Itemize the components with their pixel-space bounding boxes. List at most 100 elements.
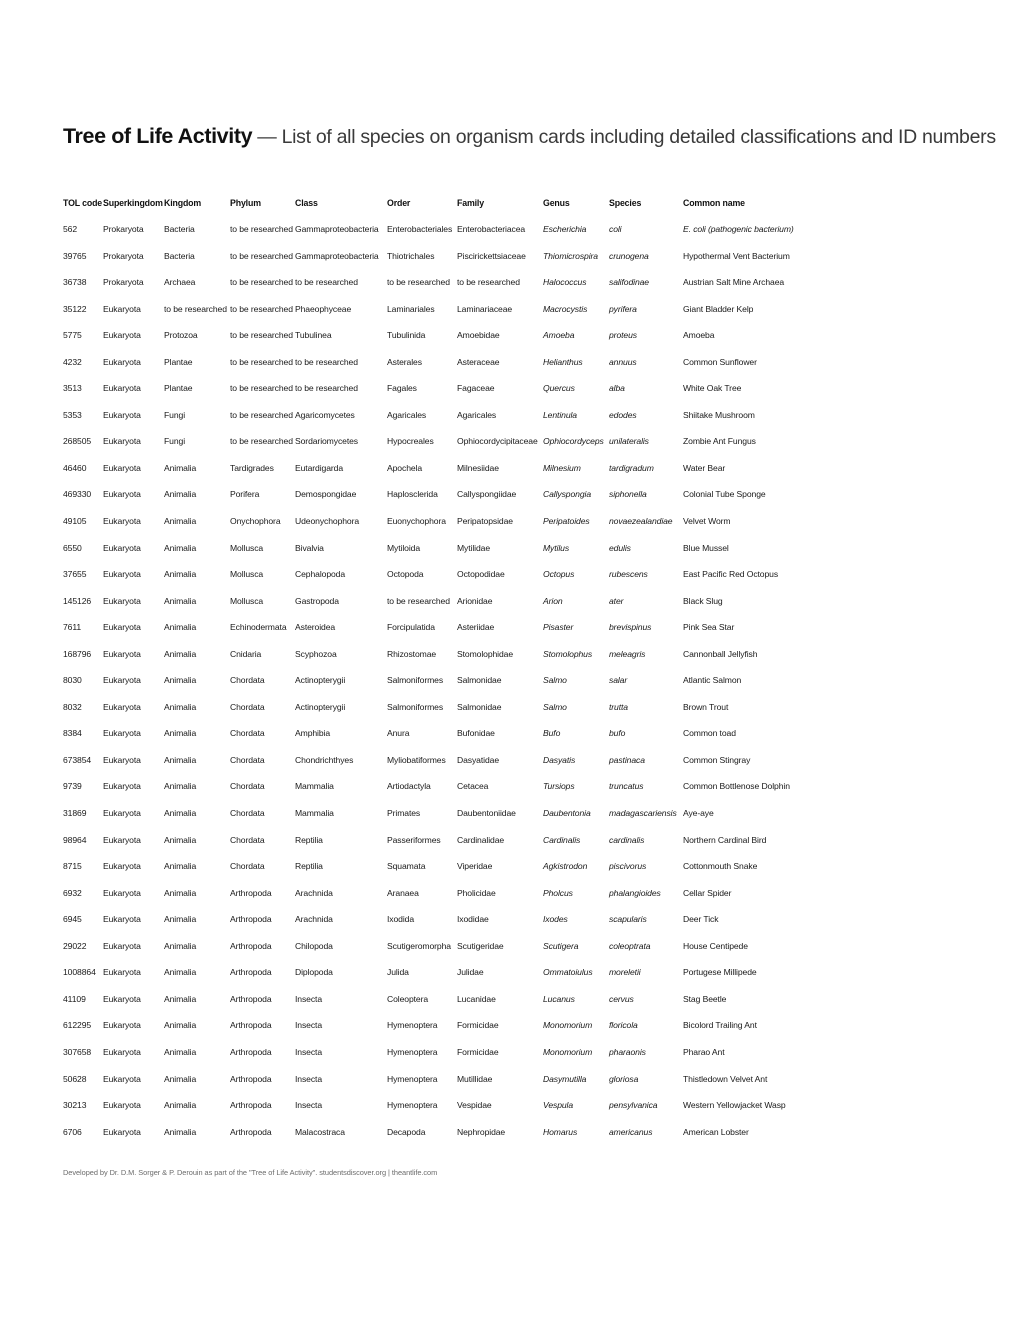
cell-phylum: to be researched xyxy=(230,436,293,447)
cell-phylum: Arthropoda xyxy=(230,914,272,925)
cell-common-name: White Oak Tree xyxy=(683,383,742,394)
cell-species: pharaonis xyxy=(609,1046,646,1057)
table-row: 562 Prokaryota Bacteria to be researched Gam… xyxy=(63,224,968,251)
cell-superkingdom: Eukaryota xyxy=(103,383,141,394)
cell-phylum: Onychophora xyxy=(230,516,281,527)
cell-common-name: Blue Mussel xyxy=(683,542,729,553)
page-title: Tree of Life Activity — List of all spec… xyxy=(63,124,996,149)
column-header-superkingdom: Superkingdom xyxy=(103,198,163,208)
cell-family: Nephropidae xyxy=(457,1126,506,1137)
cell-species: moreletii xyxy=(609,967,641,978)
cell-tol-code: 268505 xyxy=(63,436,92,447)
cell-common-name: Deer Tick xyxy=(683,914,719,925)
cell-genus: Scutigera xyxy=(543,940,579,951)
table-row: 5353 Eukaryota Fungi to be researched Agaric… xyxy=(63,410,968,437)
cell-phylum: to be researched xyxy=(230,303,293,314)
cell-phylum: Arthropoda xyxy=(230,1073,272,1084)
cell-superkingdom: Eukaryota xyxy=(103,1126,141,1137)
cell-family: Callyspongiidae xyxy=(457,489,517,500)
table-row: 145126 Eukaryota Animalia Mollusca Gastropod… xyxy=(63,596,968,623)
column-header-common-name: Common name xyxy=(683,198,745,208)
cell-order: Apochela xyxy=(387,462,423,473)
cell-phylum: Mollusca xyxy=(230,595,264,606)
cell-class: Eutardigarda xyxy=(295,462,344,473)
cell-class: Reptilia xyxy=(295,834,323,845)
cell-species: unilateralis xyxy=(609,436,649,447)
cell-phylum: Chordata xyxy=(230,675,265,686)
cell-class: Actinopterygii xyxy=(295,701,346,712)
cell-order: to be researched xyxy=(387,595,450,606)
cell-order: Salmoniformes xyxy=(387,675,444,686)
cell-genus: Halococcus xyxy=(543,277,587,288)
cell-phylum: to be researched xyxy=(230,409,293,420)
cell-common-name: Cottonmouth Snake xyxy=(683,861,758,872)
column-header-kingdom: Kingdom xyxy=(164,198,202,208)
cell-kingdom: Animalia xyxy=(164,622,197,633)
cell-tol-code: 145126 xyxy=(63,595,92,606)
cell-family: Mutillidae xyxy=(457,1073,493,1084)
cell-phylum: to be researched xyxy=(230,330,293,341)
cell-kingdom: Archaea xyxy=(164,277,196,288)
cell-order: Fagales xyxy=(387,383,417,394)
table-row: 37655 Eukaryota Animalia Mollusca Cephalopod… xyxy=(63,569,968,596)
cell-class: Gammaproteobacteria xyxy=(295,224,379,234)
cell-class: Insecta xyxy=(295,1046,323,1057)
cell-superkingdom: Eukaryota xyxy=(103,489,141,500)
cell-class: Agaricomycetes xyxy=(295,409,355,420)
cell-common-name: Black Slug xyxy=(683,595,723,606)
cell-kingdom: Animalia xyxy=(164,701,197,712)
cell-kingdom: Animalia xyxy=(164,1126,197,1137)
cell-superkingdom: Eukaryota xyxy=(103,356,141,367)
cell-tol-code: 8715 xyxy=(63,861,82,872)
cell-common-name: Common Bottlenose Dolphin xyxy=(683,781,790,792)
cell-order: Hypocreales xyxy=(387,436,434,447)
cell-class: Sordariomycetes xyxy=(295,436,358,447)
cell-tol-code: 39765 xyxy=(63,250,87,261)
table-row: 39765 Prokaryota Bacteria to be researched G… xyxy=(63,251,968,278)
cell-superkingdom: Eukaryota xyxy=(103,303,141,314)
cell-species: pensylvanica xyxy=(609,1100,658,1111)
cell-superkingdom: Prokaryota xyxy=(103,250,144,261)
cell-genus: Monomorium xyxy=(543,1046,593,1057)
cell-genus: Thiomicrospira xyxy=(543,250,598,261)
cell-superkingdom: Eukaryota xyxy=(103,1073,141,1084)
cell-common-name: Aye-aye xyxy=(683,808,714,819)
cell-tol-code: 5353 xyxy=(63,409,82,420)
cell-common-name: Common toad xyxy=(683,728,736,739)
table-row: 6945 Eukaryota Animalia Arthropoda Arachnida… xyxy=(63,914,968,941)
table-row: 30213 Eukaryota Animalia Arthropoda Insecta H… xyxy=(63,1100,968,1127)
cell-family: Cardinalidae xyxy=(457,834,505,845)
cell-class: to be researched xyxy=(295,277,358,288)
cell-superkingdom: Eukaryota xyxy=(103,887,141,898)
table-row: 6932 Eukaryota Animalia Arthropoda Arachnida… xyxy=(63,888,968,915)
cell-kingdom: Bacteria xyxy=(164,224,195,234)
cell-tol-code: 31869 xyxy=(63,808,87,819)
cell-order: Decapoda xyxy=(387,1126,426,1137)
cell-genus: Ommatoiulus xyxy=(543,967,593,978)
cell-tol-code: 469330 xyxy=(63,489,92,500)
cell-tol-code: 36738 xyxy=(63,277,87,288)
cell-phylum: Arthropoda xyxy=(230,1100,272,1111)
cell-phylum: Arthropoda xyxy=(230,1126,272,1137)
cell-order: Hymenoptera xyxy=(387,1046,438,1057)
table-row: 29022 Eukaryota Animalia Arthropoda Chilopod… xyxy=(63,941,968,968)
cell-tol-code: 6550 xyxy=(63,542,82,553)
cell-tol-code: 562 xyxy=(63,224,78,234)
cell-order: Julida xyxy=(387,967,409,978)
cell-order: Scutigeromorpha xyxy=(387,940,451,951)
cell-family: Vespidae xyxy=(457,1100,492,1111)
column-header-genus: Genus xyxy=(543,198,570,208)
cell-order: Salmoniformes xyxy=(387,701,444,712)
cell-species: edulis xyxy=(609,542,631,553)
cell-common-name: Common Stingray xyxy=(683,754,751,765)
cell-common-name: Western Yellowjacket Wasp xyxy=(683,1100,786,1111)
cell-genus: Tursiops xyxy=(543,781,575,792)
cell-common-name: Water Bear xyxy=(683,462,726,473)
cell-family: Pholicidae xyxy=(457,887,496,898)
cell-phylum: Cnidaria xyxy=(230,648,262,659)
cell-common-name: Zombie Ant Fungus xyxy=(683,436,756,447)
cell-order: to be researched xyxy=(387,277,450,288)
column-header-phylum: Phylum xyxy=(230,198,261,208)
cell-species: floricola xyxy=(609,1020,638,1031)
cell-genus: Helianthus xyxy=(543,356,583,367)
